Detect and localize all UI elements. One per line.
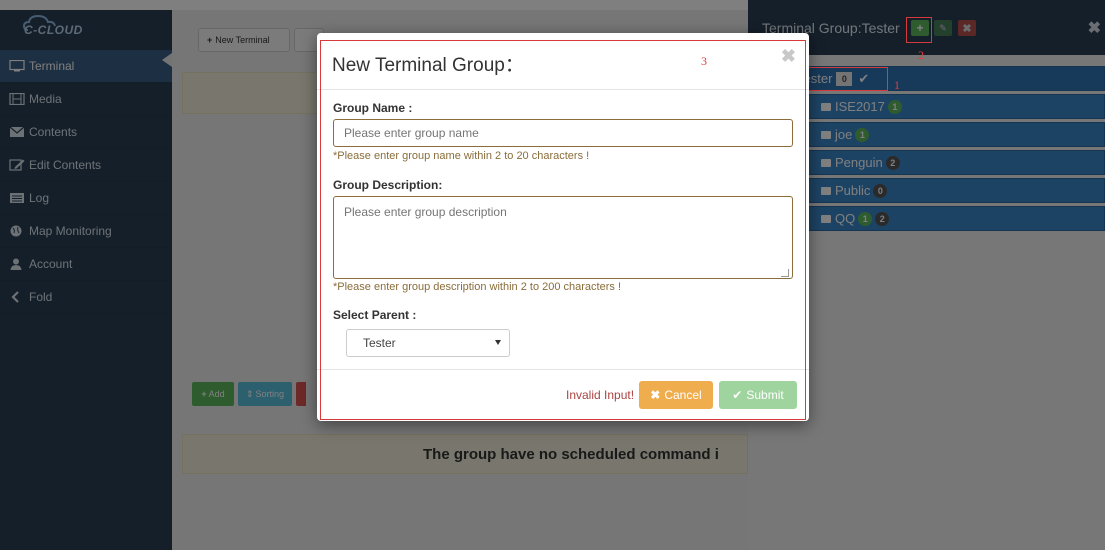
check-icon: ✔ [732, 388, 743, 402]
group-description-textarea[interactable] [333, 196, 793, 279]
parent-select-value: Tester [363, 336, 396, 350]
parent-select[interactable]: Tester [346, 329, 510, 357]
caret-down-icon [495, 340, 501, 345]
annotation-label-1: 1 [894, 78, 900, 92]
annotation-box-2 [906, 17, 932, 43]
group-description-help: *Please enter group description within 2… [333, 281, 621, 293]
annotation-box-1 [797, 67, 888, 91]
annotation-label-3: 3 [701, 54, 707, 68]
new-terminal-group-dialog: New Terminal Group： ✖ 3 Group Name : *Pl… [317, 33, 809, 421]
cancel-button[interactable]: ✖ Cancel [639, 381, 713, 409]
dialog-title: New Terminal Group： [332, 55, 524, 76]
group-name-input[interactable] [333, 119, 793, 147]
annotation-label-2: 2 [918, 48, 924, 62]
group-name-label: Group Name : [333, 101, 413, 115]
invalid-input-message: Invalid Input! [566, 388, 635, 402]
resize-handle[interactable] [781, 269, 789, 277]
submit-label: Submit [746, 388, 784, 402]
select-parent-label: Select Parent : [333, 308, 417, 322]
submit-button[interactable]: ✔ Submit [719, 381, 797, 409]
footer-divider [317, 369, 809, 370]
close-icon: ✖ [650, 388, 661, 402]
divider [317, 89, 809, 90]
group-description-label: Group Description: [333, 178, 443, 192]
cancel-label: Cancel [664, 388, 702, 402]
close-icon[interactable]: ✖ [781, 46, 796, 67]
group-name-help: *Please enter group name within 2 to 20 … [333, 150, 590, 162]
